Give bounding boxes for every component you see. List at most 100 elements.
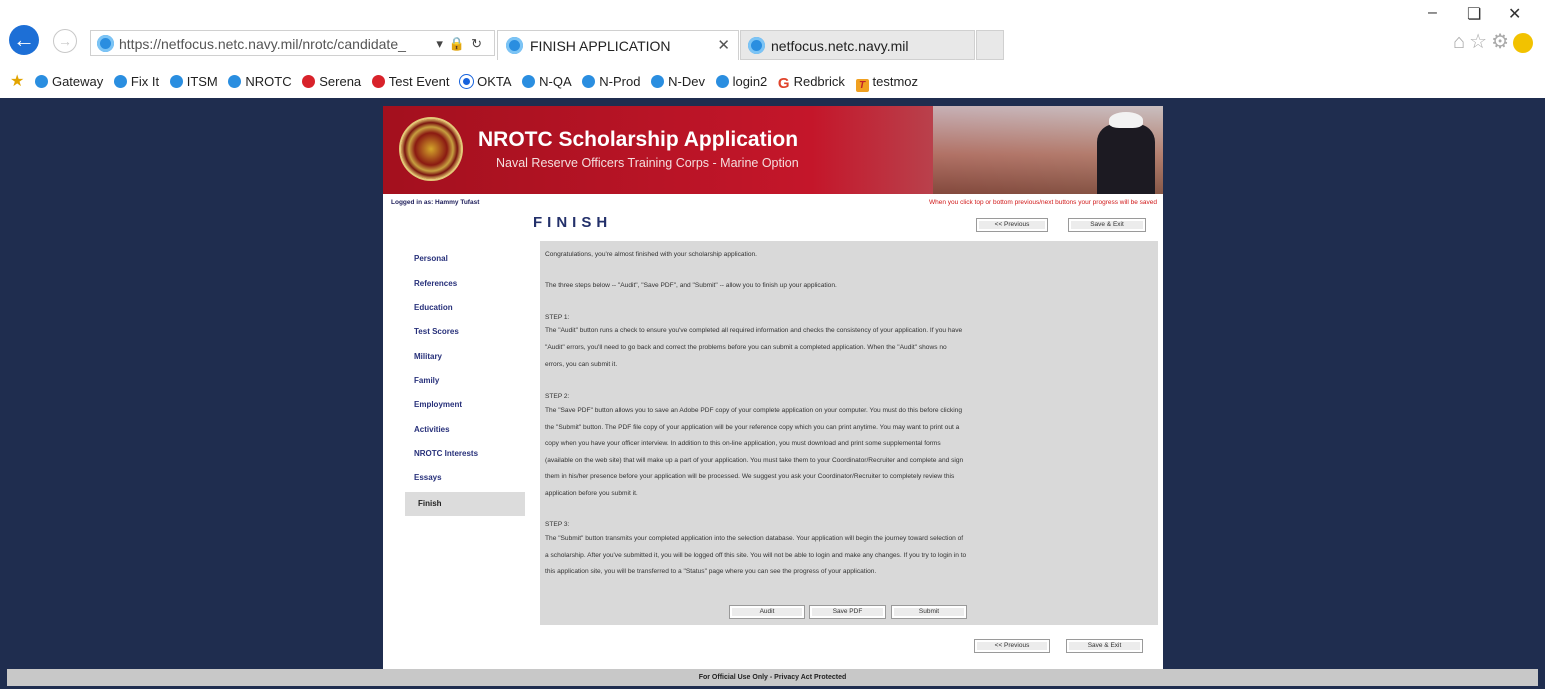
- browser-tools: ⌂☆⚙: [1453, 29, 1533, 54]
- step1-line: errors, you can submit it.: [545, 361, 618, 368]
- ie-icon: [522, 75, 536, 88]
- usmc-seal-icon: [401, 119, 461, 179]
- step2-line: (available on the web site) that will ma…: [545, 457, 964, 464]
- tab-finish-application[interactable]: FINISH APPLICATION ✕: [497, 30, 739, 60]
- lock-icon[interactable]: 🔒: [449, 36, 471, 51]
- fav-n-dev[interactable]: N-Dev: [651, 68, 705, 96]
- step2-line: application before you submit it.: [545, 490, 638, 497]
- home-icon[interactable]: ⌂: [1453, 31, 1469, 53]
- step2-line: copy when you have your officer intervie…: [545, 440, 941, 447]
- save-exit-button-bottom[interactable]: Save & Exit: [1066, 639, 1143, 653]
- page-title: FINISH: [533, 214, 613, 231]
- sidebar-item-personal[interactable]: Personal: [414, 254, 448, 263]
- sidebar-item-references[interactable]: References: [414, 279, 457, 288]
- ie-icon: [715, 75, 729, 88]
- application-card: NROTC Scholarship Application Naval Rese…: [383, 106, 1163, 669]
- tab-label: netfocus.netc.navy.mil: [771, 38, 909, 54]
- ie-icon: [582, 75, 596, 88]
- intro-steps-text: The three steps below -- "Audit", "Save …: [545, 282, 837, 289]
- restore-icon[interactable]: ❏: [1467, 4, 1481, 24]
- sidebar-item-label: Finish: [418, 499, 442, 508]
- previous-button-top[interactable]: << Previous: [976, 218, 1048, 232]
- fav-login2[interactable]: login2: [715, 68, 767, 96]
- sidebar-item-military[interactable]: Military: [414, 352, 442, 361]
- fav-test-event[interactable]: Test Event: [371, 68, 449, 96]
- marine-figure-image: [1097, 124, 1155, 194]
- ie-icon: [34, 75, 48, 88]
- dropdown-icon[interactable]: ▾: [436, 36, 449, 51]
- ie-page-icon: [97, 35, 114, 52]
- sidebar-item-education[interactable]: Education: [414, 303, 453, 312]
- ie-icon: [228, 75, 242, 88]
- fav-n-qa[interactable]: N-QA: [522, 68, 572, 96]
- ie-tab-icon: [748, 37, 765, 54]
- browser-chrome: ← → https://netfocus.netc.navy.mil/nrotc…: [0, 0, 1545, 98]
- step3-line: a scholarship. After you've submitted it…: [545, 552, 967, 559]
- refresh-icon[interactable]: ↻: [471, 36, 488, 51]
- step3-line: The "Submit" button transmits your compl…: [545, 535, 964, 542]
- step2-label: STEP 2:: [545, 393, 570, 400]
- fav-redbrick[interactable]: G Redbrick: [778, 68, 845, 98]
- testmoz-icon: T: [855, 79, 869, 92]
- sidebar-item-family[interactable]: Family: [414, 376, 439, 385]
- save-exit-button-top[interactable]: Save & Exit: [1068, 218, 1146, 232]
- fav-serena[interactable]: Serena: [302, 68, 361, 96]
- fav-nrotc[interactable]: NROTC: [228, 68, 292, 96]
- app-banner: NROTC Scholarship Application Naval Rese…: [383, 106, 1163, 194]
- back-arrow-icon[interactable]: ←: [9, 25, 39, 55]
- ie-icon: [169, 75, 183, 88]
- step3-line: this application site, you will be trans…: [545, 568, 877, 575]
- fav-okta[interactable]: OKTA: [460, 68, 512, 96]
- star-icon[interactable]: ☆: [1469, 31, 1491, 53]
- smiley-icon[interactable]: [1513, 32, 1533, 53]
- okta-icon: [460, 75, 474, 88]
- previous-button-bottom[interactable]: << Previous: [974, 639, 1050, 653]
- ie-tab-icon: [506, 37, 523, 54]
- fav-fixit[interactable]: Fix It: [113, 68, 159, 96]
- finish-content-panel: Congratulations, you're almost finished …: [540, 241, 1158, 625]
- step2-line: the "Submit" button. The PDF file copy o…: [545, 424, 960, 431]
- step1-label: STEP 1:: [545, 314, 570, 321]
- window-close-icon[interactable]: ✕: [1508, 4, 1521, 24]
- minimize-icon[interactable]: –: [1428, 4, 1437, 22]
- serena-icon: [302, 75, 316, 88]
- sidebar-item-test-scores[interactable]: Test Scores: [414, 327, 459, 336]
- tab-netfocus[interactable]: netfocus.netc.navy.mil: [740, 30, 975, 60]
- address-url: https://netfocus.netc.navy.mil/nrotc/can…: [119, 36, 406, 52]
- logged-in-user: Logged in as: Hammy Tufast: [391, 199, 480, 206]
- fav-gateway[interactable]: Gateway: [34, 68, 103, 96]
- sidebar-item-finish[interactable]: Finish: [405, 492, 525, 516]
- app-title: NROTC Scholarship Application: [478, 128, 799, 151]
- address-bar[interactable]: https://netfocus.netc.navy.mil/nrotc/can…: [90, 30, 495, 56]
- ie-icon: [651, 75, 665, 88]
- favorites-bar: ★ Gateway Fix It ITSM NROTC Serena Test …: [0, 68, 1545, 96]
- gear-icon[interactable]: ⚙: [1491, 31, 1513, 53]
- favorites-star-icon[interactable]: ★: [10, 73, 24, 90]
- marine-cap-image: [1109, 112, 1143, 128]
- sidebar-item-nrotc-interests[interactable]: NROTC Interests: [414, 449, 478, 458]
- fav-itsm[interactable]: ITSM: [169, 68, 218, 96]
- close-icon[interactable]: ✕: [717, 31, 730, 61]
- step2-line: The "Save PDF" button allows you to save…: [545, 407, 963, 414]
- sidebar-item-employment[interactable]: Employment: [414, 400, 462, 409]
- intro-text: Congratulations, you're almost finished …: [545, 251, 758, 258]
- fav-n-prod[interactable]: N-Prod: [582, 68, 640, 96]
- tab-label: FINISH APPLICATION: [530, 38, 671, 54]
- save-pdf-button[interactable]: Save PDF: [809, 605, 886, 619]
- step3-label: STEP 3:: [545, 521, 570, 528]
- audit-button[interactable]: Audit: [729, 605, 805, 619]
- save-progress-note: When you click top or bottom previous/ne…: [929, 199, 1157, 206]
- sidebar-item-activities[interactable]: Activities: [414, 425, 450, 434]
- new-tab-button[interactable]: [976, 30, 1004, 60]
- forward-arrow-icon[interactable]: →: [53, 29, 77, 53]
- fav-testmoz[interactable]: Ttestmoz: [855, 68, 918, 96]
- sidebar-item-essays[interactable]: Essays: [414, 473, 442, 482]
- google-icon: G: [777, 75, 790, 92]
- ie-icon: [113, 75, 127, 88]
- submit-button[interactable]: Submit: [891, 605, 967, 619]
- app-subtitle: Naval Reserve Officers Training Corps - …: [496, 156, 799, 170]
- step2-line: them in his/her presence before your app…: [545, 473, 955, 480]
- step1-line: The "Audit" button runs a check to ensur…: [545, 327, 963, 334]
- serena-icon: [371, 75, 385, 88]
- step1-line: "Audit" errors, you'll need to go back a…: [545, 344, 947, 351]
